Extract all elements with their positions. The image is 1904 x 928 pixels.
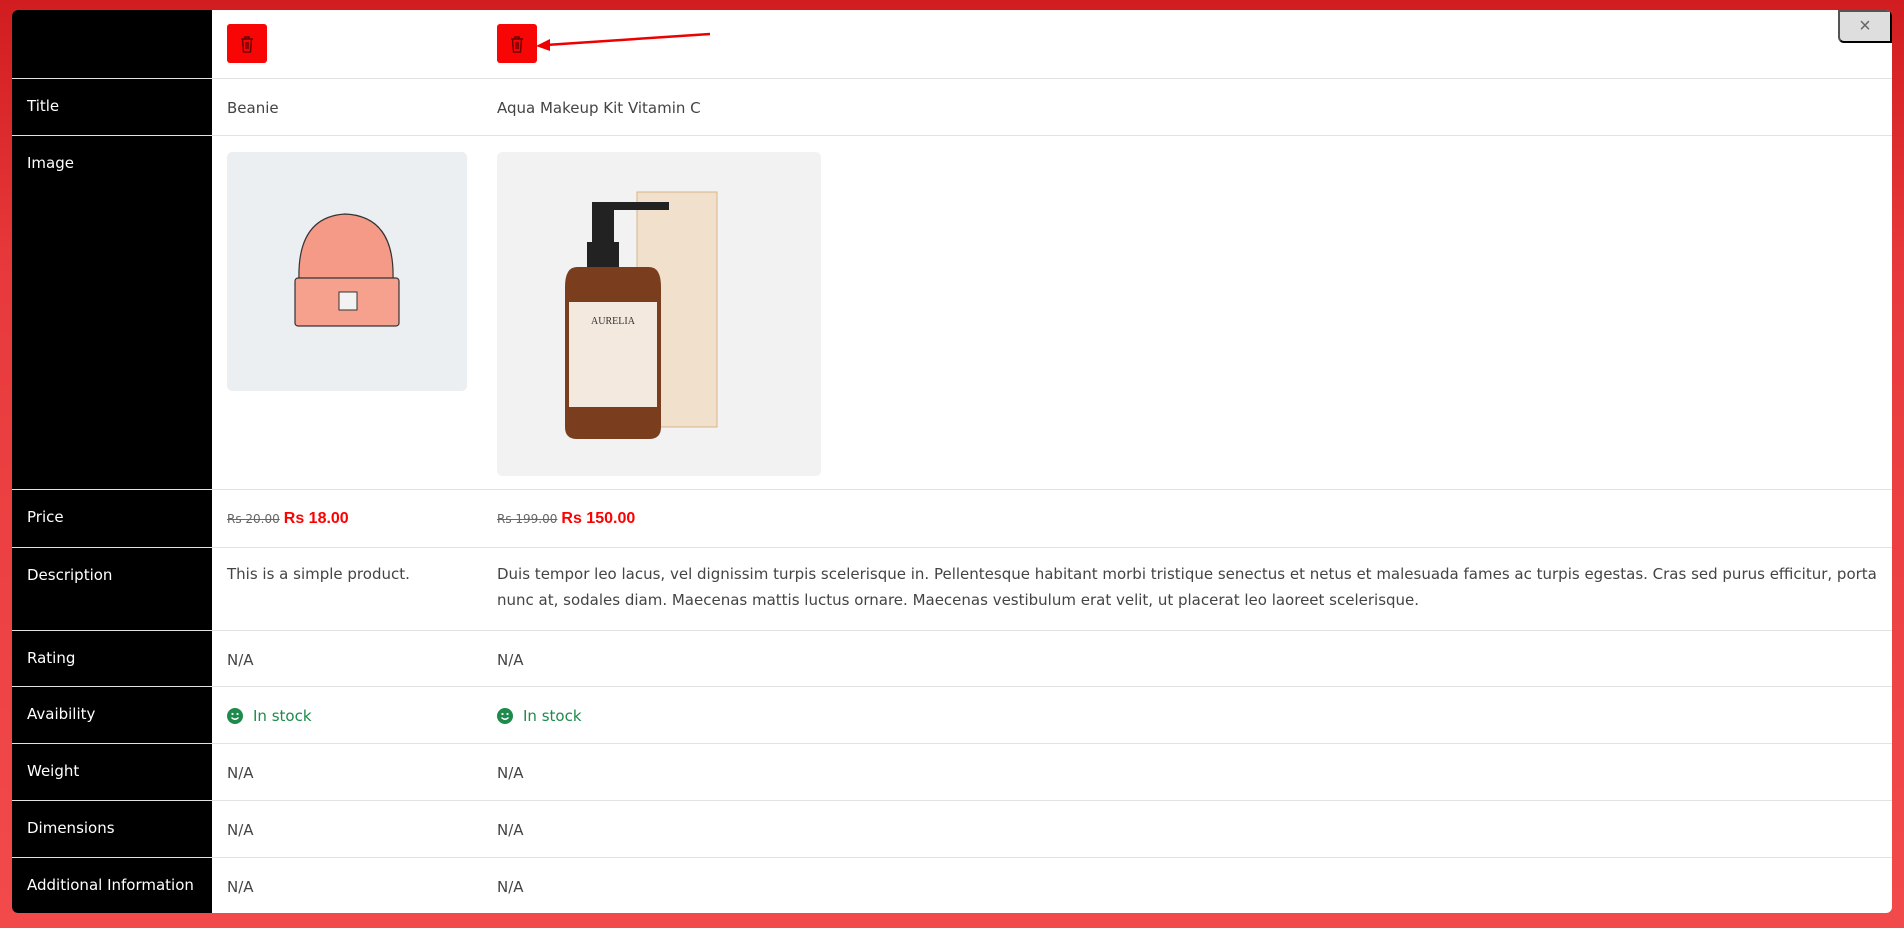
regular-price: Rs 20.00 bbox=[227, 512, 280, 526]
title-row: Title Beanie Aqua Makeup Kit Vitamin C bbox=[12, 79, 1892, 136]
trash-icon bbox=[511, 35, 523, 53]
product-dimensions: N/A bbox=[497, 821, 524, 839]
row-label: Avaibility bbox=[27, 705, 96, 723]
svg-text:AURELIA: AURELIA bbox=[591, 316, 636, 327]
row-label: Weight bbox=[27, 762, 80, 780]
product-weight: N/A bbox=[497, 764, 524, 782]
product-additional-info: N/A bbox=[227, 878, 254, 896]
availability-row: Avaibility In stock In stock bbox=[12, 687, 1892, 744]
stock-status: In stock bbox=[253, 707, 312, 725]
price-row: Price Rs 20.00 Rs 18.00 Rs 199.00 Rs 150.0… bbox=[12, 490, 1892, 548]
product-weight: N/A bbox=[227, 764, 254, 782]
smile-icon bbox=[227, 708, 243, 724]
actions-row bbox=[12, 10, 1892, 79]
compare-modal: × Title Beanie Aqua Makeup Kit Vitamin C… bbox=[12, 10, 1892, 913]
image-row: Image AURELIA bbox=[12, 136, 1892, 490]
product-dimensions: N/A bbox=[227, 821, 254, 839]
description-row: Description This is a simple product. Du… bbox=[12, 548, 1892, 631]
product-rating: N/A bbox=[497, 651, 524, 669]
row-label: Additional Information bbox=[27, 876, 194, 894]
row-label: Image bbox=[27, 154, 74, 172]
product-rating: N/A bbox=[227, 651, 254, 669]
row-label: Rating bbox=[27, 649, 76, 667]
weight-row: Weight N/A N/A bbox=[12, 744, 1892, 801]
product-description: This is a simple product. bbox=[227, 565, 410, 583]
row-label: Title bbox=[27, 97, 60, 115]
product-description: Duis tempor leo lacus, vel dignissim tur… bbox=[497, 565, 1877, 609]
product-title[interactable]: Beanie bbox=[227, 95, 279, 121]
sale-price: Rs 150.00 bbox=[561, 510, 636, 527]
rating-row: Rating N/A N/A bbox=[12, 631, 1892, 687]
trash-icon bbox=[241, 35, 253, 53]
product-additional-info: N/A bbox=[497, 878, 524, 896]
product-title[interactable]: Aqua Makeup Kit Vitamin C bbox=[497, 95, 1877, 121]
regular-price: Rs 199.00 bbox=[497, 512, 558, 526]
stock-status: In stock bbox=[523, 707, 582, 725]
row-label: Price bbox=[27, 508, 64, 526]
sale-price: Rs 18.00 bbox=[283, 510, 349, 527]
beanie-image[interactable] bbox=[227, 152, 467, 391]
remove-product-button[interactable] bbox=[227, 24, 267, 63]
cleanser-bottle-image[interactable]: AURELIA bbox=[497, 152, 821, 476]
annotation-arrow bbox=[536, 32, 711, 51]
additional-info-row: Additional Information N/A N/A bbox=[12, 858, 1892, 913]
row-label: Description bbox=[27, 566, 113, 584]
row-label: Dimensions bbox=[27, 819, 115, 837]
remove-product-button[interactable] bbox=[497, 24, 537, 63]
smile-icon bbox=[497, 708, 513, 724]
dimensions-row: Dimensions N/A N/A bbox=[12, 801, 1892, 858]
